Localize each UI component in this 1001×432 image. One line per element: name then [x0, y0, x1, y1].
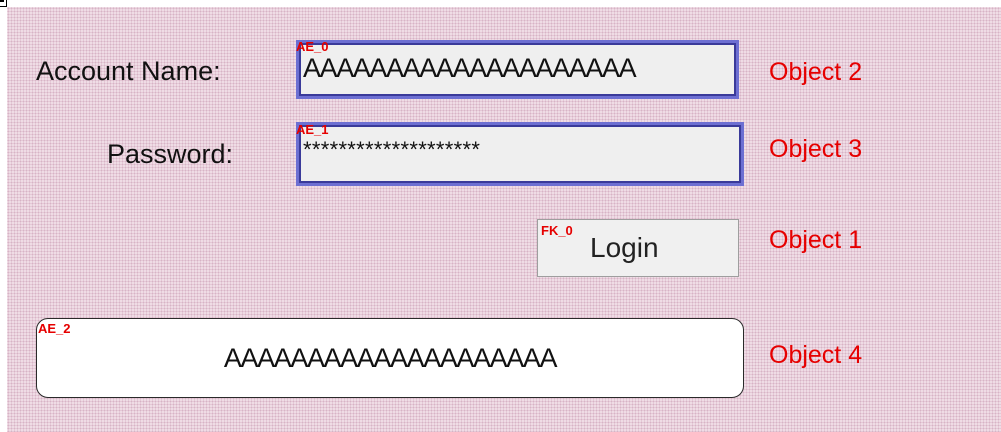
output-text-value: AAAAAAAAAAAAAAAAAAAA: [223, 343, 558, 373]
output-box-tag: AE_2: [38, 321, 71, 336]
output-object-label: Object 4: [769, 341, 863, 369]
password-field[interactable]: ********************: [296, 122, 744, 186]
account-name-value: AAAAAAAAAAAAAAAAAAAA: [303, 53, 637, 83]
password-field-tag: AE_1: [296, 122, 329, 137]
password-label: Password:: [107, 139, 234, 169]
password-value: ********************: [303, 137, 481, 162]
output-text-box[interactable]: AAAAAAAAAAAAAAAAAAAA: [36, 318, 744, 398]
account-name-field[interactable]: AAAAAAAAAAAAAAAAAAAA: [296, 40, 739, 99]
account-field-tag: AE_0: [296, 39, 329, 54]
login-object-label: Object 1: [769, 226, 863, 254]
account-name-label: Account Name:: [36, 56, 221, 86]
password-object-label: Object 3: [769, 135, 863, 163]
login-button-label: Login: [590, 232, 659, 263]
window-corner-tick: [0, 0, 4, 2]
window-corner-mark: [0, 0, 7, 7]
account-object-label: Object 2: [769, 58, 863, 86]
login-button-tag: FK_0: [541, 223, 573, 238]
